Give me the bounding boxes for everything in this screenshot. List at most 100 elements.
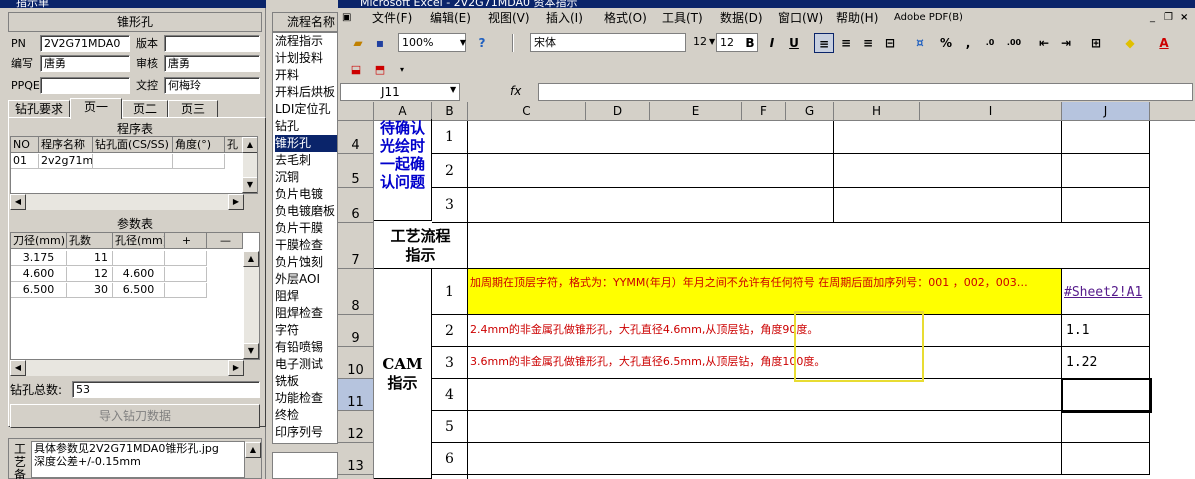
menu-format[interactable]: 格式(O) (604, 10, 647, 26)
table-row-cell[interactable]: 11 (67, 251, 113, 266)
cell-c8-date-code-instruction[interactable]: 加周期在顶层字符，格式为：YYMM(年月）年月之间不允许有任何符号 在周期后面加… (468, 269, 1062, 315)
menu-help[interactable]: 帮助(H) (836, 10, 878, 26)
chevron-down-icon[interactable]: ▼ (450, 85, 456, 94)
tab-page-two[interactable]: 页二 (122, 100, 168, 118)
increase-indent-icon[interactable]: ⇥ (1056, 33, 1076, 53)
excel-app-icon[interactable]: ▣ (342, 10, 351, 26)
menu-file[interactable]: 文件(F) (372, 10, 412, 26)
left-window-titlebar[interactable]: 指示单 (0, 0, 266, 8)
underline-icon[interactable]: U (784, 33, 804, 53)
pn-field[interactable]: 2V2G71MDA0 (40, 35, 130, 52)
param-table[interactable]: 刀径(mm) 孔数 孔径(mm) + — 3.175 11 4.600 12 4… (10, 232, 260, 360)
process-list-item[interactable]: 外层AOI (275, 271, 337, 288)
cell-j12[interactable] (1062, 411, 1150, 443)
row-header-13[interactable]: 13 (338, 443, 374, 475)
scroll-up-icon[interactable]: ▲ (242, 137, 257, 153)
cell-b5[interactable]: 2 (432, 154, 468, 188)
table-row-cell[interactable]: 2v2g71mda (39, 154, 93, 169)
formula-input[interactable] (538, 83, 1193, 101)
scroll-up-icon[interactable]: ▲ (245, 442, 261, 458)
scroll-down-icon[interactable]: ▼ (242, 177, 257, 193)
col-header-b[interactable]: B (432, 102, 468, 121)
cell-b12[interactable]: 5 (432, 411, 468, 443)
cell-a4-confirm-note[interactable]: 待确认光绘时一起确认问题 (374, 119, 432, 221)
process-list-item[interactable]: 阻焊 (275, 288, 337, 305)
import-drill-data-button[interactable]: 导入钻刀数据 (10, 404, 260, 428)
table-row-cell[interactable]: 3.175 (11, 251, 67, 266)
table-row-cell[interactable] (173, 154, 225, 169)
cell-j4[interactable] (1062, 121, 1150, 154)
param-vscroll[interactable]: ▲ ▼ (243, 251, 259, 359)
notes-textarea[interactable]: 具体参数见2V2G71MDA0锥形孔.jpg 深度公差+/-0.15mm (31, 441, 245, 478)
menu-edit[interactable]: 编辑(E) (430, 10, 471, 26)
process-list-item[interactable]: 去毛刺 (275, 152, 337, 169)
chevron-down-icon[interactable]: ▼ (453, 33, 473, 53)
menu-tools[interactable]: 工具(T) (662, 10, 703, 26)
row-header-4[interactable]: 4 (338, 121, 374, 154)
percent-icon[interactable]: % (936, 33, 956, 53)
align-right-icon[interactable]: ≡ (858, 33, 878, 53)
cell-h5[interactable] (834, 154, 1062, 188)
cell-b9[interactable]: 2 (432, 315, 468, 347)
decrease-decimal-icon[interactable]: .00 (1004, 33, 1024, 53)
col-header-f[interactable]: F (742, 102, 786, 121)
row-header-5[interactable]: 5 (338, 154, 374, 188)
param-hscroll[interactable]: ◀ ▶ (10, 360, 244, 376)
process-list-item[interactable]: 流程指示 (275, 33, 337, 50)
cell-j6[interactable] (1062, 188, 1150, 223)
font-name-select[interactable]: 宋体 (530, 33, 686, 52)
menu-data[interactable]: 数据(D) (720, 10, 763, 26)
row-header-7[interactable]: 7 (338, 223, 374, 269)
process-list-item[interactable]: 功能检查 (275, 390, 337, 407)
menu-insert[interactable]: 插入(I) (546, 10, 583, 26)
menu-adobe-pdf[interactable]: Adobe PDF(B) (894, 10, 963, 26)
pdf-email-icon[interactable]: ⬒ (370, 60, 390, 80)
cell-h6[interactable] (834, 188, 1062, 223)
process-list-item[interactable]: LDI定位孔 (275, 101, 337, 118)
process-list-item[interactable]: 有铅喷锡 (275, 339, 337, 356)
row-header-12[interactable]: 12 (338, 411, 374, 443)
fx-icon[interactable]: fx (510, 84, 521, 98)
tab-page-one[interactable]: 页一 (70, 98, 122, 119)
table-row-cell[interactable] (93, 154, 173, 169)
cell-c12[interactable] (468, 411, 1062, 443)
process-list-item[interactable]: 开料 (275, 67, 337, 84)
row-header-11[interactable]: 11 (338, 379, 374, 411)
close-icon[interactable]: × (1180, 10, 1188, 26)
program-col-angle[interactable]: 角度(°) (173, 137, 225, 153)
program-vscroll[interactable]: ▲ ▼ (242, 137, 257, 193)
process-list-item[interactable]: 负片干膜 (275, 220, 337, 237)
cell-b11[interactable]: 4 (432, 379, 468, 411)
table-row-cell[interactable]: 01 (11, 154, 39, 169)
cell-b10[interactable]: 3 (432, 347, 468, 379)
process-list-item[interactable]: 锥形孔 (275, 135, 337, 152)
process-list[interactable]: 流程指示 计划投料 开料 开料后烘板 LDI定位孔 钻孔 锥形孔 去毛刺 沉铜 负片电镀 负电镀磨板… (272, 32, 338, 444)
cell-a8-cam-label[interactable]: CAM指示 (374, 269, 432, 479)
reviewer-field[interactable]: 唐勇 (164, 55, 260, 72)
cell-j8-hyperlink[interactable]: #Sheet2!A1 (1062, 269, 1150, 315)
cell-j9[interactable]: 1.1 (1062, 315, 1150, 347)
borders-icon[interactable]: ⊞ (1086, 33, 1106, 53)
cell-c13[interactable] (468, 443, 1062, 475)
process-list-item[interactable]: 开料后烘板 (275, 84, 337, 101)
table-row-cell[interactable]: 12 (67, 267, 113, 282)
author-field[interactable]: 唐勇 (40, 55, 130, 72)
col-header-i[interactable]: I (920, 102, 1062, 121)
col-header-k[interactable] (1150, 102, 1195, 121)
process-list-item[interactable]: 电子测试 (275, 356, 337, 373)
comma-icon[interactable]: , (958, 33, 978, 53)
process-list-item[interactable]: 负片蚀刻 (275, 254, 337, 271)
row-header-14[interactable] (338, 475, 374, 479)
doc-control-field[interactable]: 何梅玲 (164, 77, 260, 94)
process-list-item[interactable]: 印序列号 (275, 424, 337, 441)
scroll-down-icon[interactable]: ▼ (243, 343, 259, 359)
cell-c11[interactable] (468, 379, 1062, 411)
col-header-j[interactable]: J (1062, 102, 1150, 121)
cell-j10[interactable]: 1.22 (1062, 347, 1150, 379)
process-list-item[interactable]: 字符 (275, 322, 337, 339)
cell-a7-process-label[interactable]: 工艺流程指示 (374, 223, 468, 269)
row-header-10[interactable]: 10 (338, 347, 374, 379)
col-header-h[interactable]: H (834, 102, 920, 121)
cell-b13[interactable]: 6 (432, 443, 468, 475)
program-col-side[interactable]: 钻孔面(CS/SS) (93, 137, 173, 153)
